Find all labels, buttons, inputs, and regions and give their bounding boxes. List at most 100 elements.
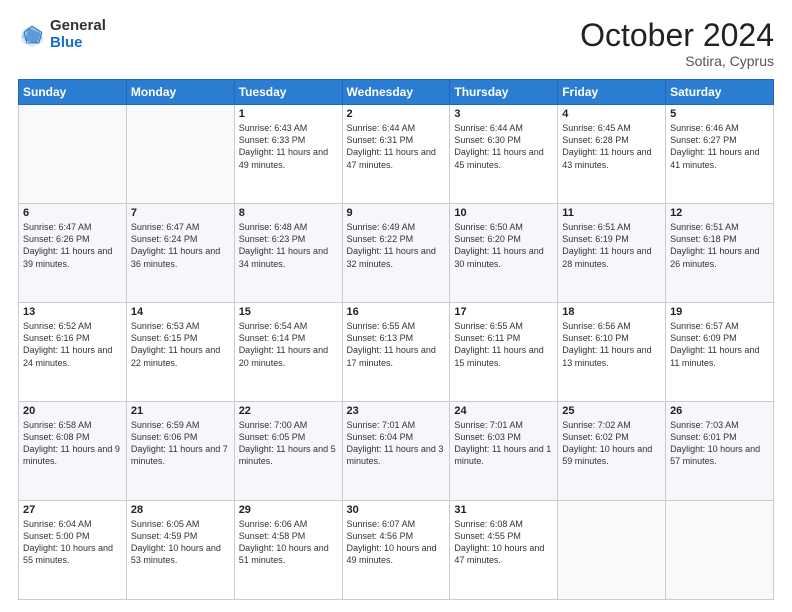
day-number: 19	[670, 306, 769, 318]
calendar-cell: 15 Sunrise: 6:54 AM Sunset: 6:14 PM Dayli…	[234, 303, 342, 402]
header-row: Sunday Monday Tuesday Wednesday Thursday…	[19, 80, 774, 105]
logo-icon	[18, 21, 46, 49]
calendar-cell: 1Sunrise: 6:43 AM Sunset: 6:33 PM Daylig…	[234, 105, 342, 204]
calendar-cell: 4Sunrise: 6:45 AM Sunset: 6:28 PM Daylig…	[558, 105, 666, 204]
day-info: Sunrise: 6:54 AM Sunset: 6:14 PM Dayligh…	[239, 320, 338, 369]
day-info: Sunrise: 6:04 AM Sunset: 5:00 PM Dayligh…	[23, 518, 122, 567]
day-info: Sunrise: 6:07 AM Sunset: 4:56 PM Dayligh…	[347, 518, 446, 567]
day-info: Sunrise: 6:47 AM Sunset: 6:24 PM Dayligh…	[131, 221, 230, 270]
calendar-cell: 12Sunrise: 6:51 AM Sunset: 6:18 PM Dayli…	[666, 204, 774, 303]
calendar-cell: 6Sunrise: 6:47 AM Sunset: 6:26 PM Daylig…	[19, 204, 127, 303]
day-number: 2	[347, 108, 446, 120]
calendar-week-2: 6Sunrise: 6:47 AM Sunset: 6:26 PM Daylig…	[19, 204, 774, 303]
logo: General Blue	[18, 18, 106, 51]
calendar-cell: 9 Sunrise: 6:49 AM Sunset: 6:22 PM Daylig…	[342, 204, 450, 303]
day-info: Sunrise: 6:50 AM Sunset: 6:20 PM Dayligh…	[454, 221, 553, 270]
calendar-header: Sunday Monday Tuesday Wednesday Thursday…	[19, 80, 774, 105]
header: General Blue October 2024 Sotira, Cyprus	[18, 18, 774, 69]
col-sunday: Sunday	[19, 80, 127, 105]
day-number: 20	[23, 405, 122, 417]
calendar-week-3: 13Sunrise: 6:52 AM Sunset: 6:16 PM Dayli…	[19, 303, 774, 402]
calendar-cell: 7 Sunrise: 6:47 AM Sunset: 6:24 PM Daylig…	[126, 204, 234, 303]
calendar-cell: 20 Sunrise: 6:58 AM Sunset: 6:08 PM Dayli…	[19, 402, 127, 501]
calendar-cell: 8Sunrise: 6:48 AM Sunset: 6:23 PM Daylig…	[234, 204, 342, 303]
calendar-cell	[19, 105, 127, 204]
calendar-body: 1Sunrise: 6:43 AM Sunset: 6:33 PM Daylig…	[19, 105, 774, 600]
day-info: Sunrise: 7:01 AM Sunset: 6:03 PM Dayligh…	[454, 419, 553, 468]
day-info: Sunrise: 6:51 AM Sunset: 6:19 PM Dayligh…	[562, 221, 661, 270]
day-info: Sunrise: 6:49 AM Sunset: 6:22 PM Dayligh…	[347, 221, 446, 270]
day-info: Sunrise: 6:47 AM Sunset: 6:26 PM Dayligh…	[23, 221, 122, 270]
day-number: 26	[670, 405, 769, 417]
day-number: 9	[347, 207, 446, 219]
day-number: 24	[454, 405, 553, 417]
calendar-cell: 16 Sunrise: 6:55 AM Sunset: 6:13 PM Dayli…	[342, 303, 450, 402]
day-info: Sunrise: 6:08 AM Sunset: 4:55 PM Dayligh…	[454, 518, 553, 567]
day-info: Sunrise: 6:55 AM Sunset: 6:11 PM Dayligh…	[454, 320, 553, 369]
calendar-cell: 10Sunrise: 6:50 AM Sunset: 6:20 PM Dayli…	[450, 204, 558, 303]
day-number: 17	[454, 306, 553, 318]
day-info: Sunrise: 6:57 AM Sunset: 6:09 PM Dayligh…	[670, 320, 769, 369]
day-number: 29	[239, 504, 338, 516]
day-number: 11	[562, 207, 661, 219]
day-info: Sunrise: 6:05 AM Sunset: 4:59 PM Dayligh…	[131, 518, 230, 567]
calendar-cell: 17 Sunrise: 6:55 AM Sunset: 6:11 PM Dayli…	[450, 303, 558, 402]
day-info: Sunrise: 6:06 AM Sunset: 4:58 PM Dayligh…	[239, 518, 338, 567]
month-title: October 2024	[580, 18, 774, 53]
day-number: 21	[131, 405, 230, 417]
calendar-cell: 13Sunrise: 6:52 AM Sunset: 6:16 PM Dayli…	[19, 303, 127, 402]
calendar-cell: 21Sunrise: 6:59 AM Sunset: 6:06 PM Dayli…	[126, 402, 234, 501]
day-info: Sunrise: 7:00 AM Sunset: 6:05 PM Dayligh…	[239, 419, 338, 468]
day-info: Sunrise: 6:53 AM Sunset: 6:15 PM Dayligh…	[131, 320, 230, 369]
calendar-cell: 29 Sunrise: 6:06 AM Sunset: 4:58 PM Dayli…	[234, 501, 342, 600]
day-info: Sunrise: 6:55 AM Sunset: 6:13 PM Dayligh…	[347, 320, 446, 369]
calendar-cell: 23Sunrise: 7:01 AM Sunset: 6:04 PM Dayli…	[342, 402, 450, 501]
day-number: 12	[670, 207, 769, 219]
day-info: Sunrise: 7:03 AM Sunset: 6:01 PM Dayligh…	[670, 419, 769, 468]
day-number: 14	[131, 306, 230, 318]
calendar-cell: 14 Sunrise: 6:53 AM Sunset: 6:15 PM Dayli…	[126, 303, 234, 402]
day-number: 7	[131, 207, 230, 219]
day-number: 22	[239, 405, 338, 417]
day-number: 5	[670, 108, 769, 120]
col-friday: Friday	[558, 80, 666, 105]
page: General Blue October 2024 Sotira, Cyprus…	[0, 0, 792, 612]
logo-blue-text: Blue	[50, 35, 106, 52]
day-number: 31	[454, 504, 553, 516]
col-wednesday: Wednesday	[342, 80, 450, 105]
calendar-cell: 31 Sunrise: 6:08 AM Sunset: 4:55 PM Dayli…	[450, 501, 558, 600]
day-number: 15	[239, 306, 338, 318]
calendar-table: Sunday Monday Tuesday Wednesday Thursday…	[18, 79, 774, 600]
calendar-week-1: 1Sunrise: 6:43 AM Sunset: 6:33 PM Daylig…	[19, 105, 774, 204]
day-number: 25	[562, 405, 661, 417]
logo-text: General Blue	[50, 18, 106, 51]
day-info: Sunrise: 7:02 AM Sunset: 6:02 PM Dayligh…	[562, 419, 661, 468]
day-number: 4	[562, 108, 661, 120]
day-info: Sunrise: 6:43 AM Sunset: 6:33 PM Dayligh…	[239, 122, 338, 171]
calendar-week-4: 20 Sunrise: 6:58 AM Sunset: 6:08 PM Dayli…	[19, 402, 774, 501]
calendar-cell: 3Sunrise: 6:44 AM Sunset: 6:30 PM Daylig…	[450, 105, 558, 204]
day-info: Sunrise: 6:58 AM Sunset: 6:08 PM Dayligh…	[23, 419, 122, 468]
col-tuesday: Tuesday	[234, 80, 342, 105]
calendar-week-5: 27 Sunrise: 6:04 AM Sunset: 5:00 PM Dayli…	[19, 501, 774, 600]
col-thursday: Thursday	[450, 80, 558, 105]
day-number: 30	[347, 504, 446, 516]
calendar-cell: 28Sunrise: 6:05 AM Sunset: 4:59 PM Dayli…	[126, 501, 234, 600]
calendar-cell: 22 Sunrise: 7:00 AM Sunset: 6:05 PM Dayli…	[234, 402, 342, 501]
calendar-cell: 18Sunrise: 6:56 AM Sunset: 6:10 PM Dayli…	[558, 303, 666, 402]
calendar-cell	[666, 501, 774, 600]
day-number: 8	[239, 207, 338, 219]
calendar-cell: 26 Sunrise: 7:03 AM Sunset: 6:01 PM Dayli…	[666, 402, 774, 501]
col-saturday: Saturday	[666, 80, 774, 105]
day-info: Sunrise: 6:44 AM Sunset: 6:31 PM Dayligh…	[347, 122, 446, 171]
day-number: 27	[23, 504, 122, 516]
calendar-cell	[126, 105, 234, 204]
calendar-cell: 5Sunrise: 6:46 AM Sunset: 6:27 PM Daylig…	[666, 105, 774, 204]
calendar-cell: 2 Sunrise: 6:44 AM Sunset: 6:31 PM Daylig…	[342, 105, 450, 204]
day-number: 16	[347, 306, 446, 318]
col-monday: Monday	[126, 80, 234, 105]
calendar-cell: 11 Sunrise: 6:51 AM Sunset: 6:19 PM Dayli…	[558, 204, 666, 303]
day-info: Sunrise: 6:52 AM Sunset: 6:16 PM Dayligh…	[23, 320, 122, 369]
calendar-cell: 25 Sunrise: 7:02 AM Sunset: 6:02 PM Dayli…	[558, 402, 666, 501]
day-number: 3	[454, 108, 553, 120]
